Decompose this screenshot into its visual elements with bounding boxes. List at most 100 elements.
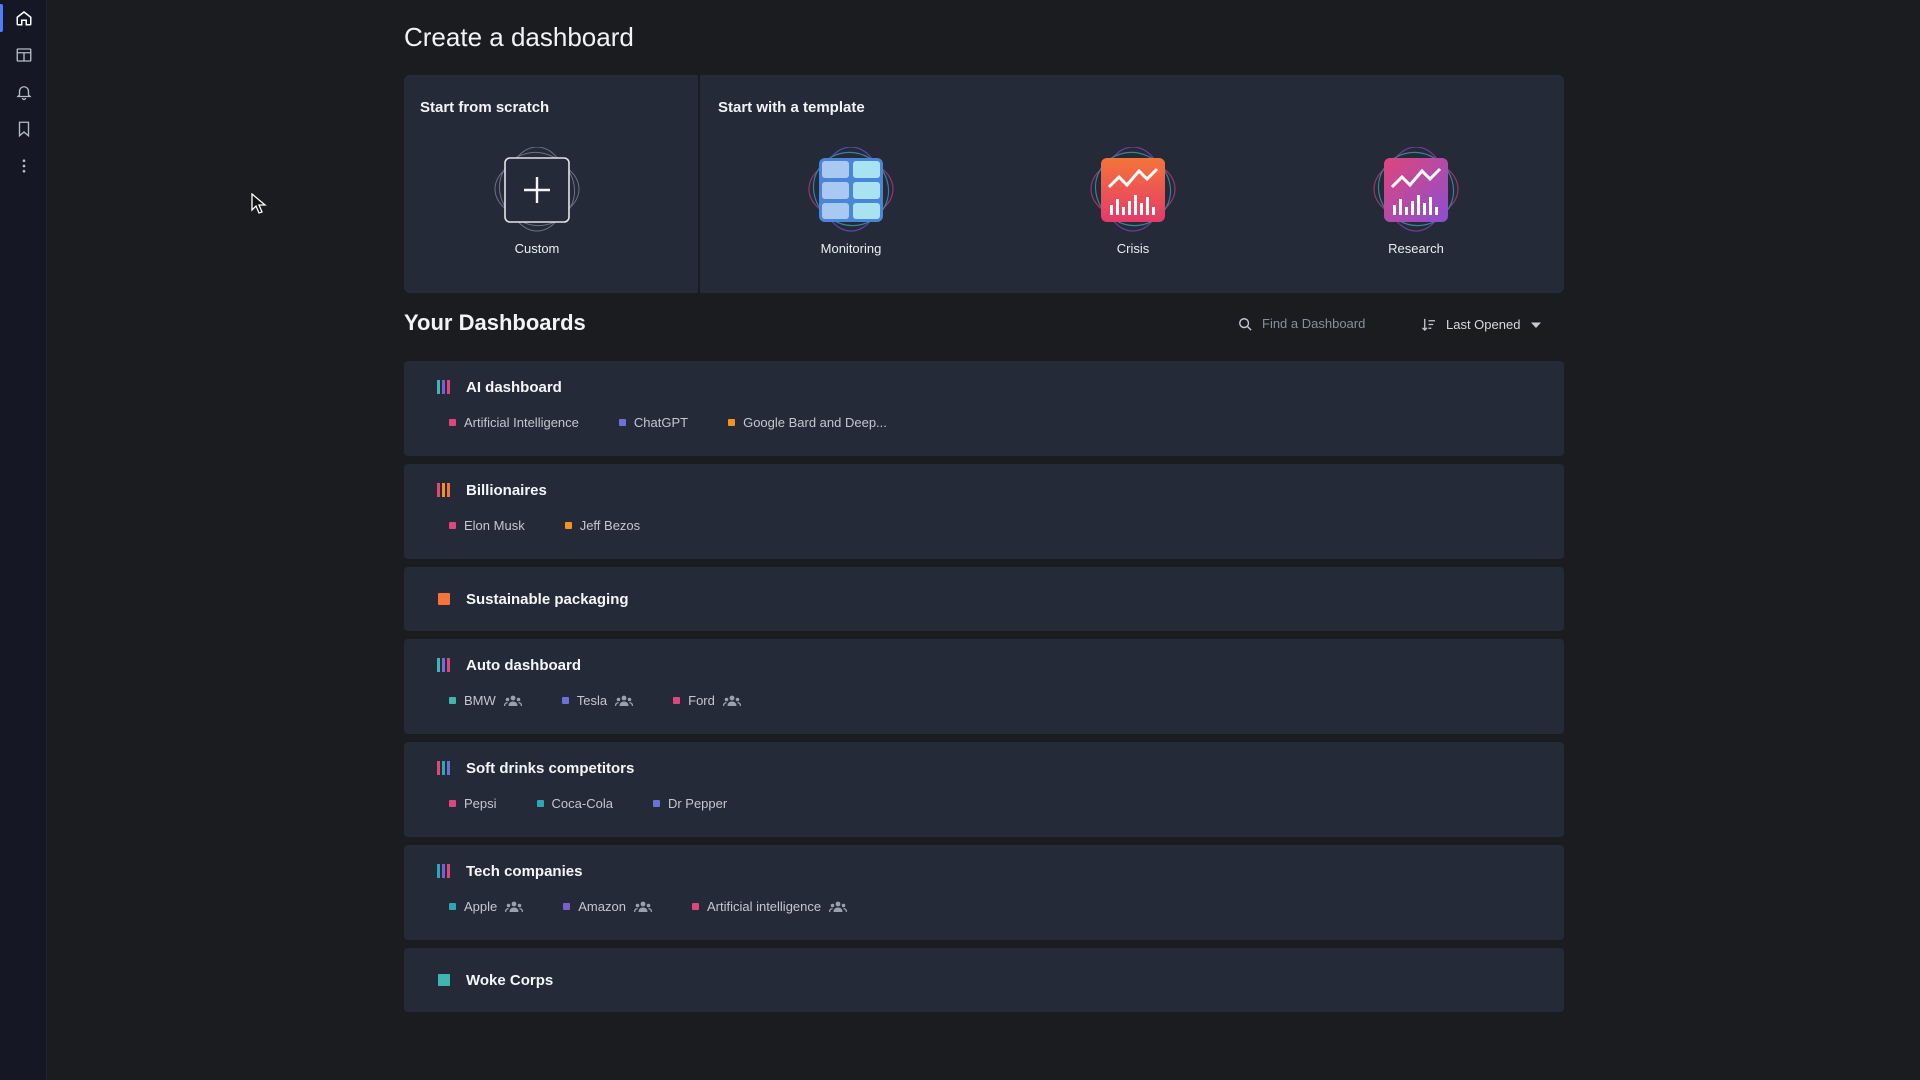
research-label: Research <box>1388 241 1444 256</box>
dashboard-search[interactable] <box>1238 316 1412 331</box>
topic-color-dot <box>564 522 572 529</box>
custom-tile[interactable]: Custom <box>482 146 592 256</box>
topic-label: Dr Pepper <box>667 796 728 811</box>
topic-color-dot <box>449 697 456 704</box>
monitoring-icon <box>807 146 895 235</box>
topic-tags: Artificial Intelligence ChatGPT Google Bar… <box>449 415 927 430</box>
topic-label: Artificial intelligence <box>706 899 822 914</box>
dashboard-icon <box>437 864 450 878</box>
team-icon <box>829 901 848 912</box>
topic-color-dot <box>691 903 699 910</box>
dashboard-icon <box>437 658 450 672</box>
dashboard-icon <box>438 974 450 986</box>
monitoring-template-tile[interactable]: Monitoring <box>796 146 906 256</box>
topic-tag[interactable]: Amazon <box>563 899 652 914</box>
scratch-label: Start from scratch <box>420 99 550 116</box>
topic-label: Jeff Bezos <box>579 518 641 533</box>
topic-color-dot <box>449 800 456 807</box>
active-indicator <box>0 4 3 32</box>
crisis-template-tile[interactable]: Crisis <box>1078 146 1188 256</box>
topic-label: Artificial Intelligence <box>464 415 579 430</box>
dashboard-title: Sustainable packaging <box>466 591 629 608</box>
topic-label: Elon Musk <box>464 518 525 533</box>
team-icon <box>505 901 524 912</box>
create-dashboard-panel: Start from scratch Custom Start with a t… <box>404 75 1564 293</box>
template-label: Start with a template <box>718 99 865 116</box>
topic-tag[interactable]: ChatGPT <box>618 415 689 430</box>
topic-tag[interactable]: Elon Musk <box>449 518 525 533</box>
dashboard-icon <box>437 761 450 775</box>
topic-color-dot <box>563 903 571 910</box>
dashboard-card[interactable]: Billionaires Elon Musk Jeff Bezos <box>404 464 1564 559</box>
dashboard-card[interactable]: Soft drinks competitors Pepsi Coca-Cola Dr … <box>404 742 1564 837</box>
dashboard-icon <box>438 593 450 605</box>
page-title: Create a dashboard <box>404 22 634 52</box>
more-vertical-icon[interactable] <box>11 153 37 179</box>
topic-color-dot <box>536 800 544 807</box>
topic-label: Pepsi <box>464 796 497 811</box>
sort-label: Last Opened <box>1446 317 1521 332</box>
topic-color-dot <box>449 903 456 910</box>
dashboard-title: Soft drinks competitors <box>466 760 635 777</box>
topic-tag[interactable]: Dr Pepper <box>652 796 728 811</box>
topic-tag[interactable]: BMW <box>449 693 522 708</box>
search-input[interactable] <box>1262 316 1412 331</box>
topic-color-dot <box>449 419 456 426</box>
dashboard-title: Tech companies <box>466 863 583 880</box>
mouse-cursor-icon <box>251 193 267 214</box>
team-icon <box>503 695 522 706</box>
layout-icon[interactable] <box>11 42 37 68</box>
search-icon <box>1239 317 1252 331</box>
topic-label: Coca-Cola <box>551 796 613 811</box>
research-template-tile[interactable]: Research <box>1361 146 1471 256</box>
dashboard-icon <box>437 483 450 497</box>
topic-tag[interactable]: Jeff Bezos <box>564 518 641 533</box>
topic-color-dot <box>652 800 660 807</box>
topic-tag[interactable]: Artificial Intelligence <box>449 415 579 430</box>
plus-icon <box>493 146 581 235</box>
dashboard-title: Woke Corps <box>466 972 554 989</box>
topic-tags: Elon Musk Jeff Bezos <box>449 518 680 533</box>
dashboard-card[interactable]: Woke Corps <box>404 948 1564 1012</box>
research-icon <box>1372 146 1460 235</box>
topic-tags: BMW Tesla Ford <box>449 693 781 708</box>
team-icon <box>615 695 634 706</box>
topic-label: Ford <box>688 693 715 708</box>
topic-color-dot <box>561 697 569 704</box>
topic-tag[interactable]: Tesla <box>561 693 634 708</box>
dashboard-card[interactable]: Tech companies Apple Amazon Artificial inte… <box>404 845 1564 940</box>
topic-tag[interactable]: Artificial intelligence <box>691 899 848 914</box>
dashboard-card[interactable]: Sustainable packaging <box>404 567 1564 631</box>
home-icon[interactable] <box>11 5 37 31</box>
topic-tag[interactable]: Google Bard and Deep... <box>728 415 887 430</box>
topic-tag[interactable]: Ford <box>673 693 741 708</box>
crisis-label: Crisis <box>1116 241 1150 256</box>
sort-dropdown[interactable]: Last Opened <box>1421 317 1542 332</box>
start-from-scratch-section: Start from scratch Custom <box>404 75 700 293</box>
dashboard-title: Auto dashboard <box>466 657 581 674</box>
your-dashboards-title: Your Dashboards <box>404 310 586 335</box>
dashboard-card[interactable]: Auto dashboard BMW Tesla Ford <box>404 639 1564 734</box>
dashboard-title: Billionaires <box>466 482 547 499</box>
team-icon <box>722 695 741 706</box>
dashboard-card[interactable]: AI dashboard Artificial Intelligence ChatG… <box>404 361 1564 456</box>
left-nav-rail <box>0 0 47 1080</box>
dashboard-title: AI dashboard <box>466 379 562 396</box>
topic-tag[interactable]: Apple <box>449 899 524 914</box>
topic-tag[interactable]: Coca-Cola <box>536 796 613 811</box>
dashboard-list: AI dashboard Artificial Intelligence ChatG… <box>404 361 1564 1020</box>
template-section: Start with a template Monitoring Crisis … <box>702 75 1564 293</box>
crisis-icon <box>1089 146 1177 235</box>
topic-label: ChatGPT <box>633 415 689 430</box>
sort-icon <box>1421 318 1436 332</box>
topic-label: Amazon <box>578 899 626 914</box>
topic-label: Tesla <box>576 693 608 708</box>
topic-label: BMW <box>464 693 496 708</box>
chevron-down-icon <box>1531 322 1542 328</box>
bookmark-icon[interactable] <box>11 116 37 142</box>
topic-color-dot <box>449 522 456 529</box>
bell-icon[interactable] <box>11 79 37 105</box>
topic-color-dot <box>618 419 626 426</box>
topic-tag[interactable]: Pepsi <box>449 796 497 811</box>
topic-color-dot <box>673 697 681 704</box>
